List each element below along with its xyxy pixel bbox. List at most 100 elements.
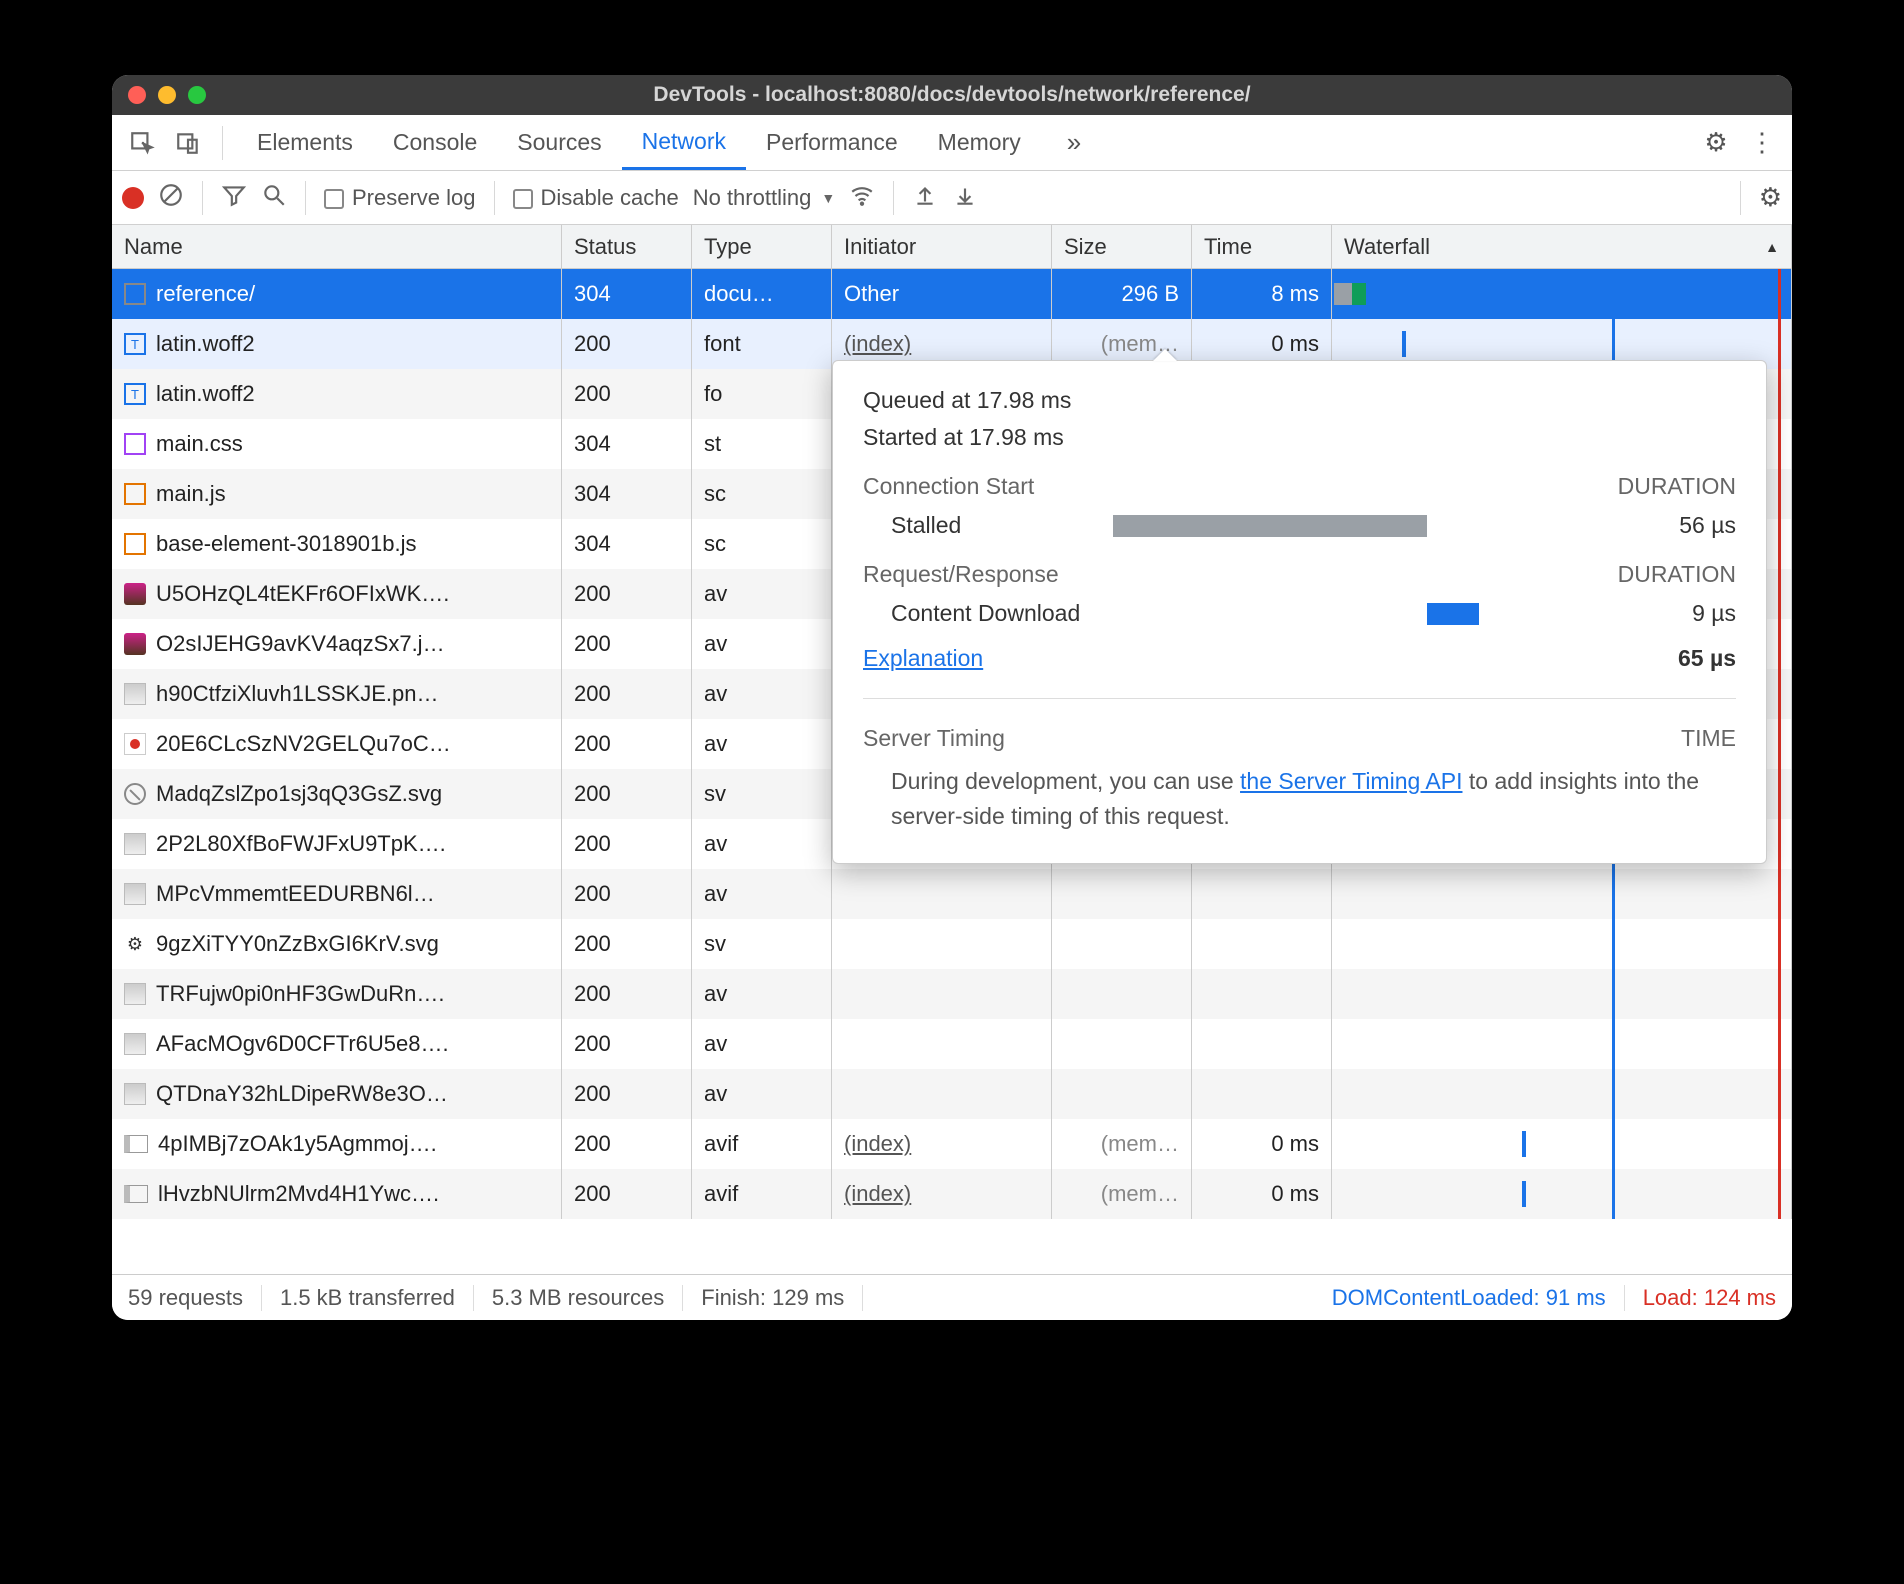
request-name: main.css — [156, 431, 243, 457]
status-resources: 5.3 MB resources — [474, 1285, 683, 1311]
avif-icon — [124, 1135, 148, 1153]
request-type: avif — [692, 1169, 832, 1219]
devtools-window: DevTools - localhost:8080/docs/devtools/… — [112, 75, 1792, 1320]
request-status: 200 — [562, 969, 692, 1019]
request-initiator[interactable] — [832, 1019, 1052, 1069]
col-initiator[interactable]: Initiator — [832, 225, 1052, 268]
request-waterfall — [1332, 919, 1792, 969]
tab-sources[interactable]: Sources — [497, 115, 621, 170]
filter-icon[interactable] — [221, 182, 247, 214]
request-row[interactable]: TRFujw0pi0nHF3GwDuRn…. 200av — [112, 969, 1792, 1019]
request-size: (mem… — [1052, 1169, 1192, 1219]
request-waterfall — [1332, 1069, 1792, 1119]
chevron-down-icon: ▼ — [821, 190, 835, 206]
request-type: fo — [692, 369, 832, 419]
minimize-window-button[interactable] — [158, 86, 176, 104]
device-toggle-icon[interactable] — [168, 123, 208, 163]
request-status: 304 — [562, 419, 692, 469]
request-type: av — [692, 569, 832, 619]
request-name: main.js — [156, 481, 226, 507]
request-status: 200 — [562, 369, 692, 419]
tab-console[interactable]: Console — [373, 115, 497, 170]
font-icon: T — [124, 383, 146, 405]
server-timing-api-link[interactable]: the Server Timing API — [1240, 768, 1462, 794]
grid-header: Name Status Type Initiator Size Time Wat… — [112, 225, 1792, 269]
network-settings-icon[interactable]: ⚙ — [1759, 182, 1782, 213]
request-name: 4pIMBj7zOAk1y5Agmmoj…. — [158, 1131, 437, 1157]
more-tabs-button[interactable]: » — [1047, 115, 1101, 170]
request-row[interactable]: lHvzbNUlrm2Mvd4H1Ywc….200avif(index)(mem… — [112, 1169, 1792, 1219]
col-status[interactable]: Status — [562, 225, 692, 268]
settings-icon[interactable]: ⚙ — [1696, 123, 1736, 163]
request-row[interactable]: AFacMOgv6D0CFTr6U5e8….200av — [112, 1019, 1792, 1069]
tab-elements[interactable]: Elements — [237, 115, 373, 170]
request-initiator[interactable]: Other — [832, 269, 1052, 319]
request-initiator[interactable]: (index) — [832, 1119, 1052, 1169]
col-waterfall[interactable]: Waterfall▲ — [1332, 225, 1792, 268]
doc-icon — [124, 283, 146, 305]
tab-network[interactable]: Network — [622, 115, 746, 170]
timing-row-content-download: Content Download 9 µs — [863, 600, 1736, 627]
request-type: avif — [692, 1119, 832, 1169]
js-icon — [124, 483, 146, 505]
window-controls — [112, 86, 206, 104]
upload-har-icon[interactable] — [912, 182, 938, 214]
disable-cache-checkbox[interactable]: Disable cache — [513, 185, 679, 211]
block-icon — [124, 783, 146, 805]
maximize-window-button[interactable] — [188, 86, 206, 104]
request-type: av — [692, 819, 832, 869]
request-initiator[interactable] — [832, 1069, 1052, 1119]
request-status: 200 — [562, 1019, 692, 1069]
request-status: 200 — [562, 1169, 692, 1219]
request-type: av — [692, 1019, 832, 1069]
clear-icon[interactable] — [158, 182, 184, 214]
request-waterfall — [1332, 969, 1792, 1019]
preserve-log-checkbox[interactable]: Preserve log — [324, 185, 476, 211]
request-row[interactable]: 9gzXiTYY0nZzBxGI6KrV.svg200sv — [112, 919, 1792, 969]
throttling-select[interactable]: No throttling ▼ — [693, 185, 835, 211]
request-type: st — [692, 419, 832, 469]
request-row[interactable]: reference/304docu…Other296 B8 ms — [112, 269, 1792, 319]
inspect-icon[interactable] — [122, 123, 162, 163]
kebab-menu-icon[interactable]: ⋮ — [1742, 123, 1782, 163]
col-name[interactable]: Name — [112, 225, 562, 268]
download-har-icon[interactable] — [952, 182, 978, 214]
request-waterfall — [1332, 1169, 1792, 1219]
panel-tabs: ElementsConsoleSourcesNetworkPerformance… — [112, 115, 1792, 171]
font-icon: T — [124, 333, 146, 355]
request-time — [1192, 1069, 1332, 1119]
request-size — [1052, 919, 1192, 969]
section-server-timing: Server Timing — [863, 725, 1005, 752]
request-size: (mem… — [1052, 1119, 1192, 1169]
search-icon[interactable] — [261, 182, 287, 214]
request-name: latin.woff2 — [156, 331, 255, 357]
request-name: MPcVmmemtEEDURBN6l… — [156, 881, 435, 907]
request-row[interactable]: QTDnaY32hLDipeRW8e3O…200av — [112, 1069, 1792, 1119]
network-conditions-icon[interactable] — [849, 182, 875, 214]
col-type[interactable]: Type — [692, 225, 832, 268]
request-initiator[interactable] — [832, 969, 1052, 1019]
request-initiator[interactable] — [832, 919, 1052, 969]
request-size: 296 B — [1052, 269, 1192, 319]
request-waterfall — [1332, 269, 1792, 319]
close-window-button[interactable] — [128, 86, 146, 104]
status-transferred: 1.5 kB transferred — [262, 1285, 474, 1311]
col-time[interactable]: Time — [1192, 225, 1332, 268]
window-title: DevTools - localhost:8080/docs/devtools/… — [112, 83, 1792, 107]
request-initiator[interactable]: (index) — [832, 1169, 1052, 1219]
request-row[interactable]: 4pIMBj7zOAk1y5Agmmoj….200avif(index)(mem… — [112, 1119, 1792, 1169]
request-name: TRFujw0pi0nHF3GwDuRn…. — [156, 981, 445, 1007]
explanation-link[interactable]: Explanation — [863, 645, 983, 672]
avatar-icon — [124, 583, 146, 605]
request-type: sc — [692, 519, 832, 569]
request-type: av — [692, 969, 832, 1019]
request-row[interactable]: MPcVmmemtEEDURBN6l…200av — [112, 869, 1792, 919]
tab-performance[interactable]: Performance — [746, 115, 918, 170]
tab-memory[interactable]: Memory — [918, 115, 1041, 170]
timing-popover: Queued at 17.98 ms Started at 17.98 ms C… — [832, 360, 1767, 864]
request-initiator[interactable] — [832, 869, 1052, 919]
col-size[interactable]: Size — [1052, 225, 1192, 268]
record-button[interactable] — [122, 187, 144, 209]
request-type: docu… — [692, 269, 832, 319]
request-name: U5OHzQL4tEKFr6OFIxWK…. — [156, 581, 449, 607]
